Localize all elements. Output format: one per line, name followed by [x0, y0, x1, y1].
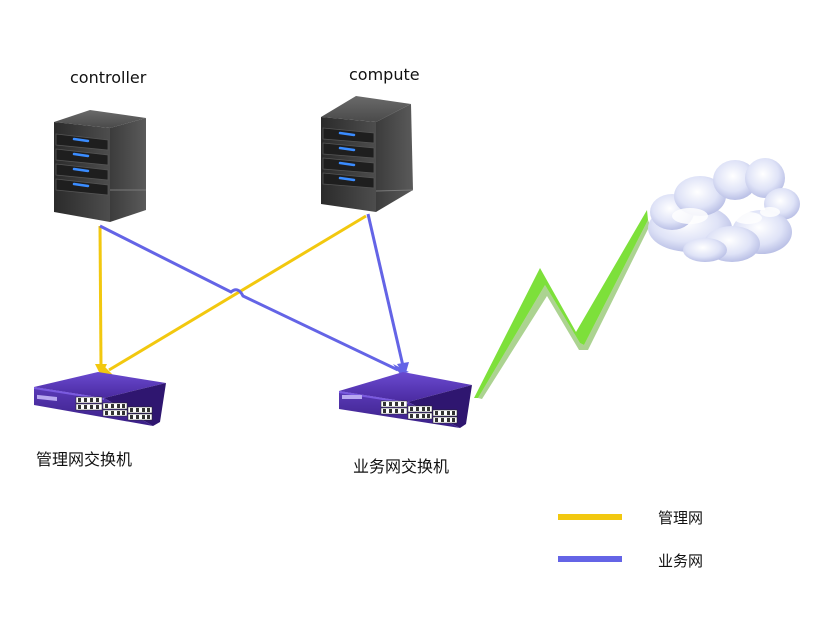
server-icon	[54, 110, 146, 222]
switch-management	[34, 372, 166, 426]
server-compute	[321, 96, 414, 212]
node-label-controller: controller	[70, 68, 147, 87]
lightning-link-shadow	[478, 220, 650, 399]
network-switch-icon	[339, 372, 472, 428]
legend	[558, 514, 622, 562]
link-lines	[95, 210, 650, 399]
node-label-compute: compute	[349, 65, 420, 84]
link-compute-management-switch	[108, 214, 367, 372]
link-compute-business-switch	[366, 213, 405, 367]
server-controller	[54, 110, 146, 222]
network-switch-icon	[34, 372, 166, 426]
cloud-icon	[648, 158, 800, 262]
switch-business	[339, 372, 472, 428]
network-topology-diagram	[34, 96, 800, 562]
node-label-business-switch: 业务网交换机	[353, 457, 450, 476]
node-label-management-switch: 管理网交换机	[36, 450, 133, 469]
legend-label-business: 业务网	[658, 552, 704, 570]
link-controller-management-switch	[98, 225, 103, 367]
server-icon	[321, 96, 414, 212]
legend-label-management: 管理网	[658, 509, 704, 527]
